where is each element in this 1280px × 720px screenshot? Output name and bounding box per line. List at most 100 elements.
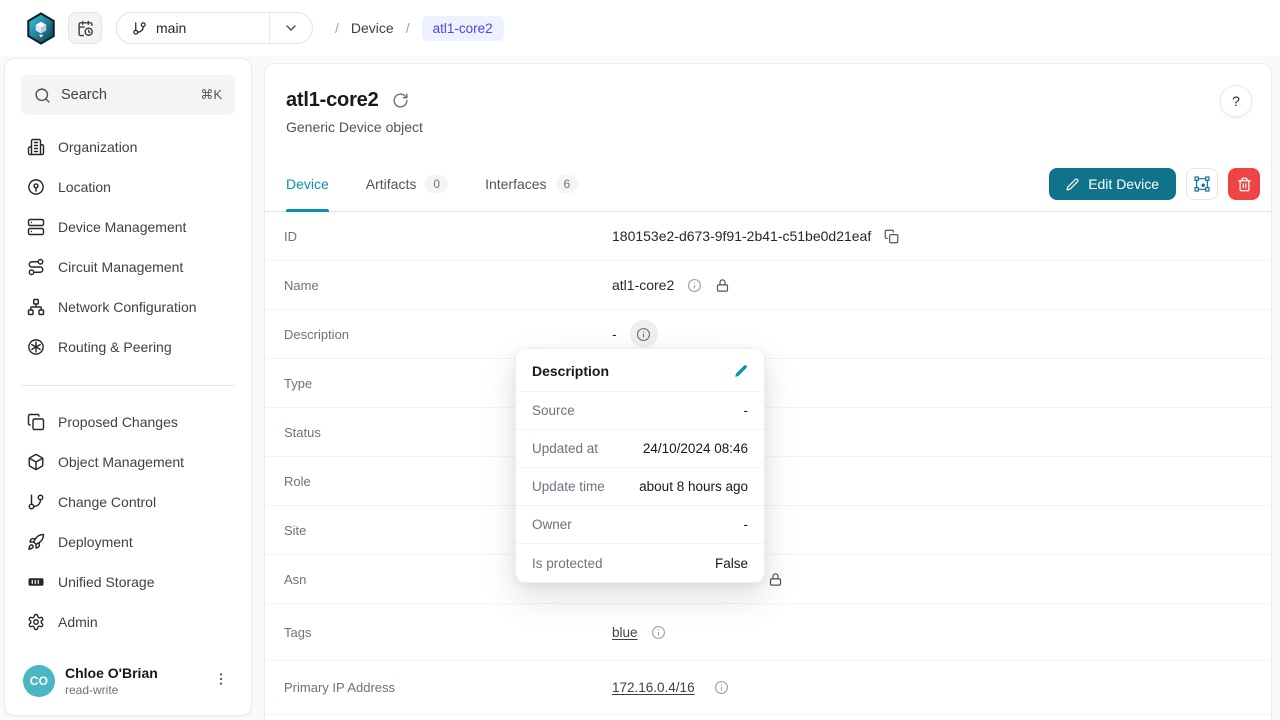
tab-label: Device: [286, 176, 329, 192]
table-row-site: Site: [265, 506, 1271, 555]
gear-icon: [27, 613, 45, 631]
table-row-tags: Tags blue: [265, 604, 1271, 661]
page-subtitle: Generic Device object: [286, 119, 1251, 135]
user-name: Chloe O'Brian: [65, 665, 158, 683]
sidebar-item-label: Location: [58, 179, 111, 195]
info-icon[interactable]: [651, 625, 666, 640]
copy-icon[interactable]: [884, 229, 899, 244]
pencil-icon[interactable]: [734, 364, 748, 378]
popover-row-value: about 8 hours ago: [639, 479, 748, 494]
table-row-role: Role: [265, 457, 1271, 506]
breadcrumb: / Device / atl1-core2: [335, 16, 504, 41]
popover-row-label: Source: [532, 403, 575, 418]
breadcrumb-device-link[interactable]: Device: [351, 20, 394, 36]
table-row-id: ID 180153e2-d673-9f91-2b41-c51be0d21eaf: [265, 212, 1271, 261]
description-value: -: [612, 326, 617, 342]
sidebar-item-object-management[interactable]: Object Management: [17, 442, 239, 482]
copy-pages-icon: [27, 413, 45, 431]
group-select-icon: [1194, 176, 1210, 192]
sidebar-item-label: Unified Storage: [58, 574, 155, 590]
sidebar-item-proposed-changes[interactable]: Proposed Changes: [17, 402, 239, 442]
page-title: atl1-core2: [286, 89, 379, 112]
globe-icon: [27, 338, 45, 356]
git-branch-icon: [27, 493, 45, 511]
sidebar-item-network-configuration[interactable]: Network Configuration: [17, 287, 239, 327]
tab-label: Artifacts: [366, 176, 417, 192]
branch-name: main: [156, 20, 186, 36]
manage-groups-button[interactable]: [1186, 168, 1218, 200]
info-icon-active[interactable]: [630, 320, 658, 348]
row-label: Primary IP Address: [284, 680, 612, 695]
popover-row-value: False: [715, 556, 748, 571]
tab-artifacts[interactable]: Artifacts 0: [366, 157, 448, 212]
info-icon[interactable]: [714, 680, 729, 695]
table-row-description: Description -: [265, 310, 1271, 359]
breadcrumb-current-badge[interactable]: atl1-core2: [422, 16, 504, 41]
id-value: 180153e2-d673-9f91-2b41-c51be0d21eaf: [612, 228, 871, 244]
branch-current: main: [117, 13, 269, 43]
popover-row-is-protected: Is protected False: [516, 544, 764, 582]
sidebar-item-change-control[interactable]: Change Control: [17, 482, 239, 522]
git-branch-icon: [132, 21, 147, 36]
tag-link[interactable]: blue: [612, 625, 638, 640]
popover-row-label: Owner: [532, 517, 572, 532]
primary-ip-link[interactable]: 172.16.0.4/16: [612, 680, 695, 695]
sidebar-item-location[interactable]: Location: [17, 167, 239, 207]
info-icon[interactable]: [687, 278, 702, 293]
popover-row-value: -: [744, 517, 749, 532]
sidebar-item-label: Admin: [58, 614, 98, 630]
edit-device-button[interactable]: Edit Device: [1049, 168, 1176, 200]
calendar-clock-icon: [77, 20, 94, 37]
box-icon: [27, 453, 45, 471]
sidebar-item-label: Object Management: [58, 454, 184, 470]
tab-device[interactable]: Device: [286, 157, 329, 212]
row-label: Name: [284, 278, 612, 293]
tab-label: Interfaces: [485, 176, 546, 192]
sidebar: Search ⌘K Organization Location Device M…: [4, 58, 252, 716]
delete-device-button[interactable]: [1228, 168, 1260, 200]
sidebar-item-admin[interactable]: Admin: [17, 602, 239, 642]
user-card: CO Chloe O'Brian read-write: [17, 659, 239, 705]
sidebar-item-organization[interactable]: Organization: [17, 127, 239, 167]
popover-row-label: Is protected: [532, 556, 603, 571]
lock-icon: [715, 278, 730, 293]
route-icon: [27, 258, 45, 276]
infrahub-logo-icon[interactable]: [26, 12, 56, 45]
table-row-asn: Asn: [265, 555, 1271, 604]
popover-row-update-time: Update time about 8 hours ago: [516, 468, 764, 506]
sidebar-item-label: Deployment: [58, 534, 133, 550]
server-icon: [27, 218, 45, 236]
tab-bar: Device Artifacts 0 Interfaces 6 Edit Dev…: [265, 157, 1271, 212]
tab-count-badge: 0: [425, 175, 448, 193]
search-input[interactable]: Search ⌘K: [21, 75, 235, 115]
calendar-clock-button[interactable]: [68, 12, 102, 44]
help-button[interactable]: ?: [1220, 85, 1252, 117]
device-detail-card: atl1-core2 Generic Device object ? Devic…: [264, 63, 1272, 720]
sidebar-item-deployment[interactable]: Deployment: [17, 522, 239, 562]
sidebar-item-unified-storage[interactable]: Unified Storage: [17, 562, 239, 602]
tab-interfaces[interactable]: Interfaces 6: [485, 157, 578, 212]
pencil-icon: [1066, 178, 1079, 191]
branch-selector[interactable]: main: [116, 12, 313, 44]
chevron-down-icon[interactable]: [270, 13, 312, 43]
refresh-icon[interactable]: [392, 92, 409, 109]
app-screen: main / Device / atl1-core2 Search ⌘K Org…: [0, 0, 1280, 720]
sidebar-item-label: Device Management: [58, 219, 186, 235]
table-row-status: Status: [265, 408, 1271, 457]
building-icon: [27, 138, 45, 156]
breadcrumb-separator: /: [406, 20, 410, 36]
table-row-primary-ip: Primary IP Address 172.16.0.4/16: [265, 661, 1271, 715]
row-label: ID: [284, 229, 612, 244]
popover-row-updated-at: Updated at 24/10/2024 08:46: [516, 430, 764, 468]
card-header: atl1-core2 Generic Device object ?: [265, 64, 1271, 157]
user-role: read-write: [65, 683, 158, 697]
sidebar-item-routing-peering[interactable]: Routing & Peering: [17, 327, 239, 367]
table-row-name: Name atl1-core2: [265, 261, 1271, 310]
sidebar-item-label: Organization: [58, 139, 137, 155]
action-buttons: Edit Device: [1049, 168, 1260, 200]
sidebar-item-circuit-management[interactable]: Circuit Management: [17, 247, 239, 287]
avatar: CO: [23, 665, 55, 697]
kebab-menu-icon[interactable]: [209, 667, 233, 696]
sidebar-item-device-management[interactable]: Device Management: [17, 207, 239, 247]
lock-icon: [768, 572, 783, 587]
